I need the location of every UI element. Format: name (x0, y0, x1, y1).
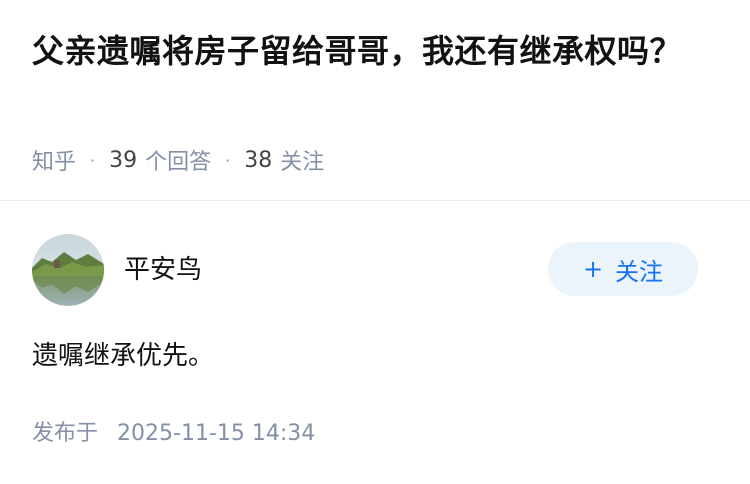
followers-label: 关注 (280, 150, 325, 175)
answer-content: 遗嘱继承优先。 (32, 341, 215, 371)
publish-time: 发布于 2025-11-15 14:34 (32, 418, 315, 450)
publish-label: 发布于 (32, 421, 99, 446)
publish-time-value: 2025-11-15 14:34 (117, 421, 316, 446)
source-label[interactable]: 知乎 (32, 144, 76, 176)
meta-separator: · (225, 150, 231, 170)
landscape-avatar-icon (32, 234, 104, 306)
follow-button[interactable]: + 关注 (548, 242, 698, 296)
meta-separator: · (90, 150, 96, 170)
question-meta: 知乎 · 39 个回答 · 38 关注 (32, 144, 324, 176)
question-title[interactable]: 父亲遗嘱将房子留给哥哥，我还有继承权吗？ (32, 28, 712, 74)
section-divider (0, 200, 750, 201)
question-header: 父亲遗嘱将房子留给哥哥，我还有继承权吗？ (32, 28, 712, 74)
author-name[interactable]: 平安鸟 (124, 252, 202, 288)
plus-icon: + (582, 255, 604, 283)
follow-button-label: 关注 (615, 257, 664, 286)
answers-label: 个回答 (145, 150, 212, 175)
followers-count: 38 (244, 147, 273, 173)
avatar[interactable] (32, 234, 104, 306)
answers-count: 39 (109, 147, 138, 173)
